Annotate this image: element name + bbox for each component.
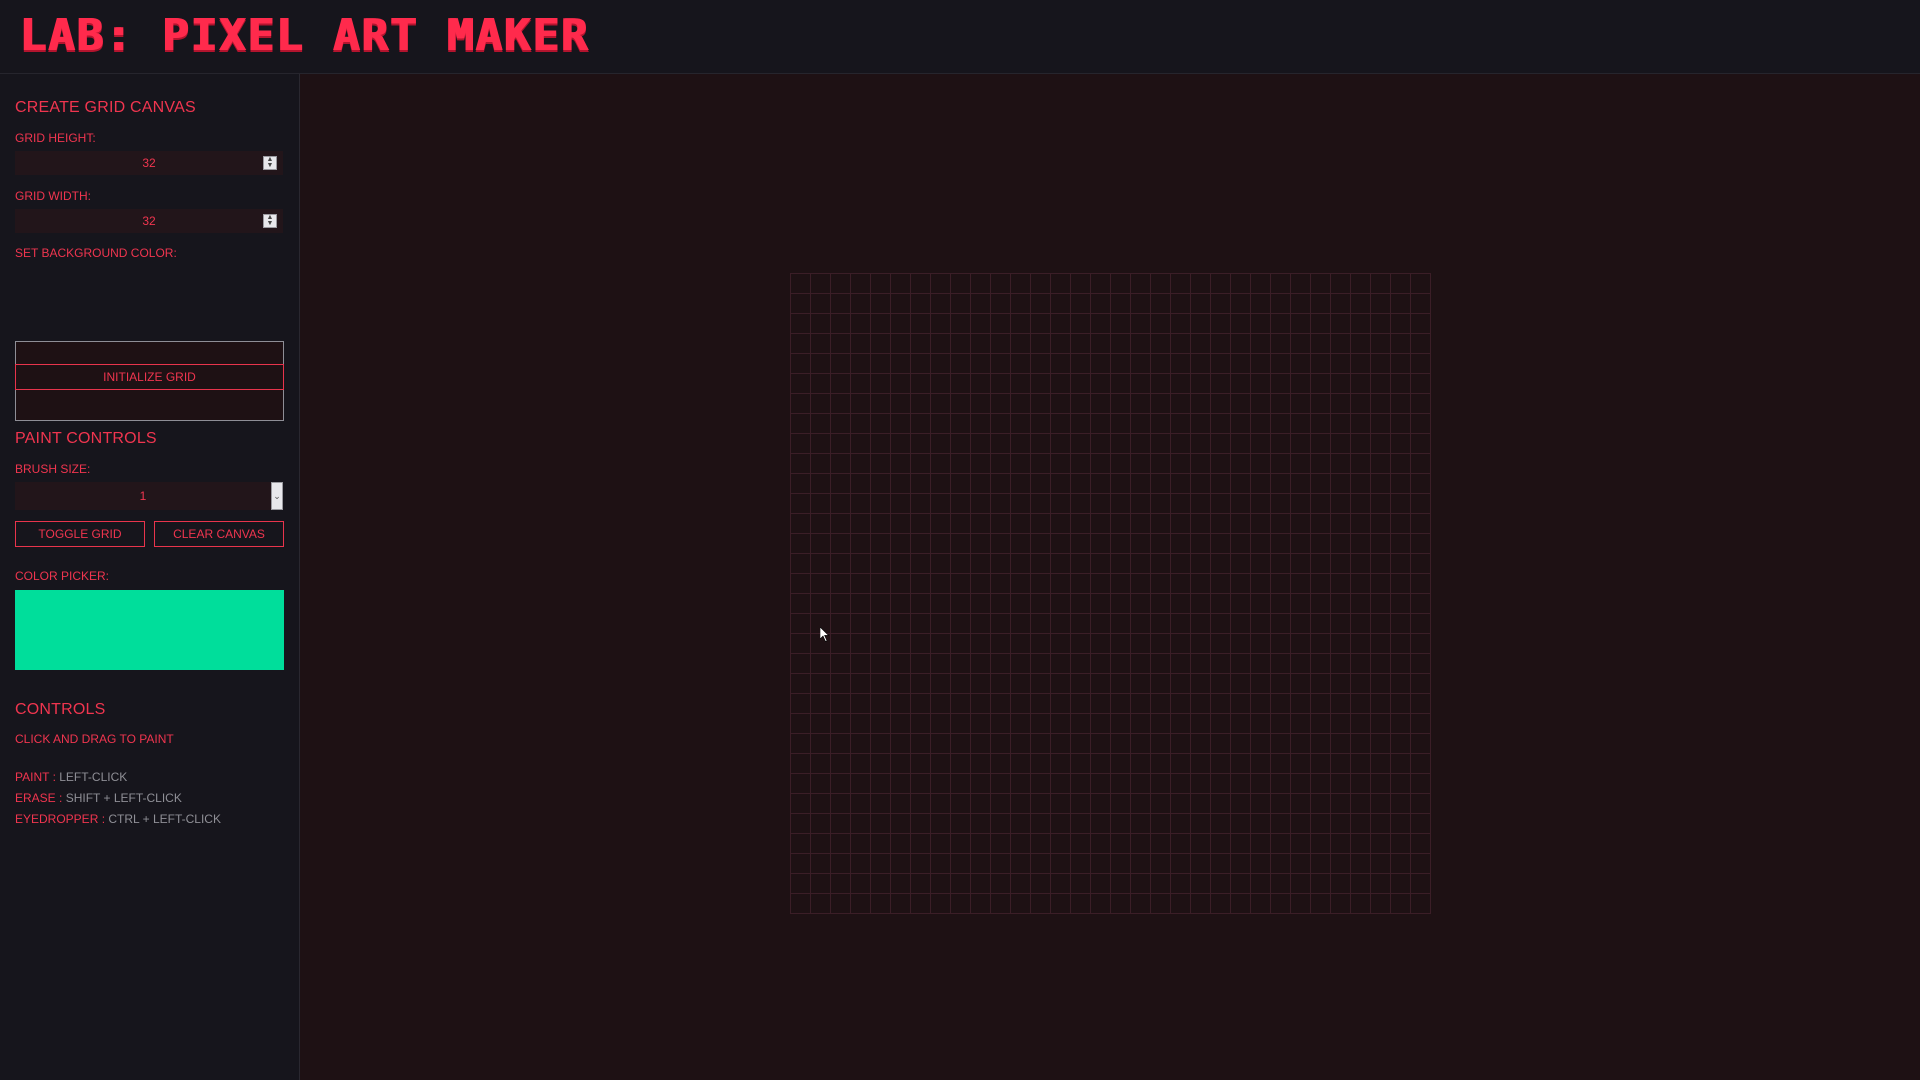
chevron-down-icon[interactable]: ⌄ — [271, 482, 283, 510]
paint-controls-title: PAINT CONTROLS — [15, 430, 157, 447]
grid-width-input[interactable] — [15, 209, 283, 233]
control-hint-erase: ERASE : SHIFT + LEFT-CLICK — [15, 791, 182, 805]
color-picker[interactable] — [15, 590, 284, 670]
create-grid-title: CREATE GRID CANVAS — [15, 99, 196, 116]
control-value: LEFT-CLICK — [59, 770, 128, 784]
bg-color-label: SET BACKGROUND COLOR: — [15, 246, 177, 260]
grid-width-spinner-icon[interactable]: ▲ ▼ — [263, 214, 277, 228]
controls-subtitle: CLICK AND DRAG TO PAINT — [15, 732, 174, 746]
control-hint-paint: PAINT : LEFT-CLICK — [15, 770, 127, 784]
brush-size-label: BRUSH SIZE: — [15, 462, 91, 476]
grid-height-input[interactable] — [15, 151, 283, 175]
pixel-grid-canvas[interactable] — [790, 273, 1431, 914]
brush-size-select[interactable] — [15, 482, 271, 510]
control-hint-eyedropper: EYEDROPPER : CTRL + LEFT-CLICK — [15, 812, 221, 826]
app-header: LAB: PIXEL ART MAKER — [0, 0, 1920, 74]
control-key: EYEDROPPER : — [15, 812, 106, 826]
grid-width-label: GRID WIDTH: — [15, 189, 91, 203]
clear-canvas-button[interactable]: CLEAR CANVAS — [154, 521, 284, 547]
sidebar: CREATE GRID CANVAS GRID HEIGHT: ▲▼ GRID … — [0, 74, 300, 1080]
grid-height-spinner-icon[interactable]: ▲ ▼ — [263, 156, 277, 170]
app-title: LAB: PIXEL ART MAKER — [19, 10, 589, 61]
grid-height-label: GRID HEIGHT: — [15, 131, 96, 145]
controls-title: CONTROLS — [15, 701, 106, 718]
control-value: CTRL + LEFT-CLICK — [108, 812, 221, 826]
control-value: SHIFT + LEFT-CLICK — [65, 791, 182, 805]
initialize-grid-button[interactable]: INITIALIZE GRID — [15, 364, 284, 390]
mouse-pointer-icon — [820, 627, 830, 642]
toggle-grid-button[interactable]: TOGGLE GRID — [15, 521, 145, 547]
control-key: PAINT : — [15, 770, 56, 784]
control-key: ERASE : — [15, 791, 63, 805]
color-picker-label: COLOR PICKER: — [15, 569, 110, 583]
